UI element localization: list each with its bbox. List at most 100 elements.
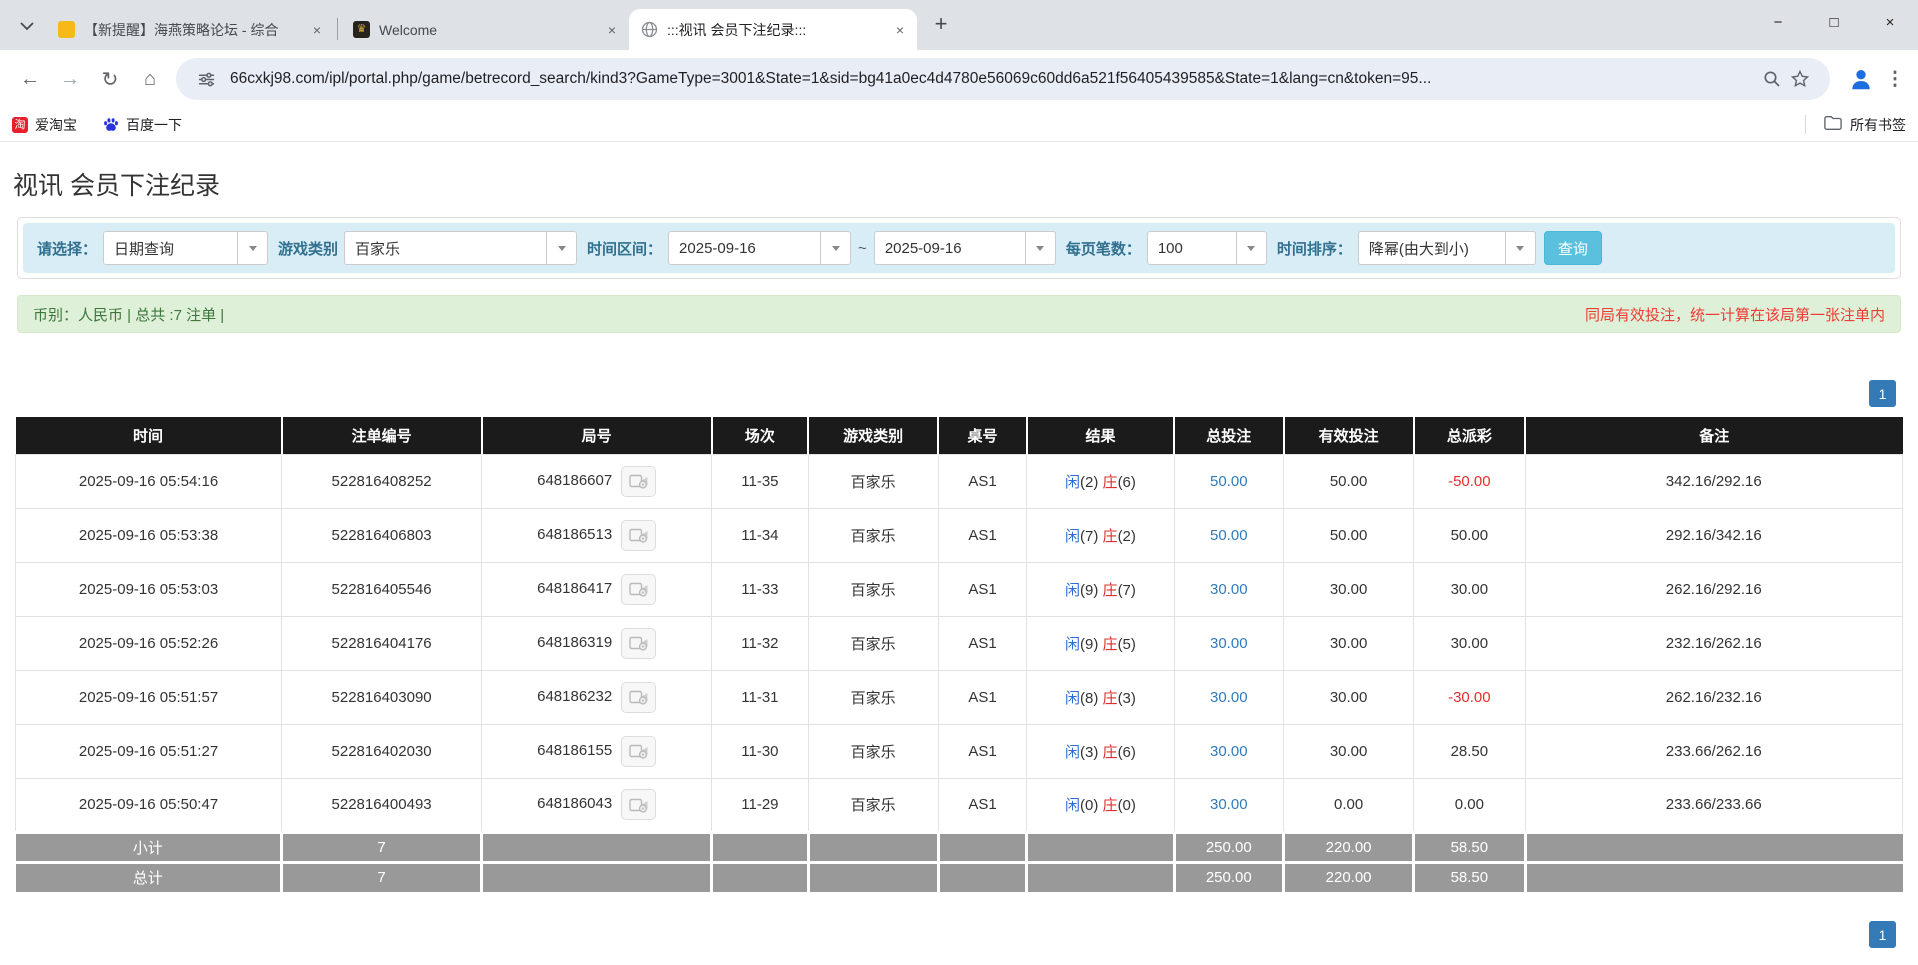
result-player-value: (9) [1080,636,1103,653]
reload-button[interactable]: ↻ [90,59,130,99]
result-player-label: 闲 [1065,636,1080,653]
cell-round-id: 648186607 [482,454,712,508]
select-page-size[interactable]: 100 [1147,231,1267,265]
page-1-button[interactable]: 1 [1869,380,1896,407]
all-bookmarks[interactable]: 所有书签 [1805,115,1906,135]
round-number: 648186513 [537,526,612,543]
chevron-down-icon [20,22,34,31]
select-query-type[interactable]: 日期查询 [103,231,268,265]
tab-title: :::视讯 会员下注纪录::: [667,20,891,40]
close-icon[interactable]: × [308,21,326,39]
url-bar[interactable]: 66cxkj98.com/ipl/portal.php/game/betreco… [176,58,1830,100]
cell-round-id: 648186417 [482,562,712,616]
bookmarks-bar: 淘 爱淘宝 百度一下 所有书签 [0,108,1918,142]
tab-welcome[interactable]: ♛ Welcome × [341,9,629,50]
close-window-button[interactable]: × [1862,0,1918,44]
url-text[interactable]: 66cxkj98.com/ipl/portal.php/game/betreco… [230,70,1748,88]
table-row: 2025-09-16 05:54:16522816408252 648186607… [16,454,1903,508]
cell-total-bet[interactable]: 30.00 [1174,670,1283,724]
footer-total-bet: 250.00 [1174,832,1283,862]
video-replay-button[interactable] [621,682,656,713]
result-player-value: (0) [1080,797,1103,814]
select-date-to[interactable]: 2025-09-16 [874,231,1056,265]
query-button[interactable]: 查询 [1544,231,1602,265]
chevron-down-icon[interactable] [820,232,850,264]
result-player-label: 闲 [1065,797,1080,814]
close-icon[interactable]: × [603,21,621,39]
select-date-from[interactable]: 2025-09-16 [668,231,851,265]
video-replay-button[interactable] [621,574,656,605]
cell-total-bet[interactable]: 30.00 [1174,724,1283,778]
close-icon[interactable]: × [891,21,909,39]
select-game-type[interactable]: 百家乐 [344,231,577,265]
tilde-separator: ~ [858,240,867,257]
cell-round-id: 648186513 [482,508,712,562]
chevron-down-icon[interactable] [1025,232,1055,264]
cell-result: 闲(2) 庄(6) [1027,454,1174,508]
zoom-icon[interactable] [1758,65,1786,93]
cell-total-bet[interactable]: 50.00 [1174,508,1283,562]
table-body: 2025-09-16 05:54:16522816408252 648186607… [16,454,1903,832]
video-replay-button[interactable] [621,466,656,497]
home-button[interactable]: ⌂ [130,59,170,99]
chevron-down-icon[interactable] [1236,232,1266,264]
new-tab-button[interactable]: + [927,10,955,38]
select-time-sort[interactable]: 降幂(由大到小) [1358,231,1536,265]
cell-total-bet[interactable]: 30.00 [1174,778,1283,832]
cell-bet-id: 522816405546 [282,562,482,616]
pagination-bottom: 1 [0,921,1896,948]
header-round-id: 局号 [482,417,712,454]
round-number: 648186607 [537,472,612,489]
table-row: 2025-09-16 05:50:47522816400493648186043… [16,778,1903,832]
browser-menu-icon[interactable]: ⋮ [1882,68,1908,91]
cell-session: 11-34 [712,508,808,562]
cell-time: 2025-09-16 05:54:16 [16,454,282,508]
cell-total-bet[interactable]: 30.00 [1174,562,1283,616]
header-time: 时间 [16,417,282,454]
table-row: 2025-09-16 05:52:26522816404176648186319… [16,616,1903,670]
video-replay-button[interactable] [621,789,656,820]
back-button[interactable]: ← [10,59,50,99]
tab-forum[interactable]: 【新提醒】海燕策略论坛 - 综合 × [46,9,334,50]
tab-search-button[interactable] [12,11,42,41]
cell-round-id: 648186319 [482,616,712,670]
video-replay-button[interactable] [621,520,656,551]
cell-total-bet[interactable]: 50.00 [1174,454,1283,508]
total-row: 总计7250.00220.0058.50 [16,862,1903,892]
valid-bet-notice: 同局有效投注，统一计算在该局第一张注单内 [1585,304,1885,325]
cell-game-type: 百家乐 [808,778,938,832]
chevron-down-icon[interactable] [1505,232,1535,264]
cell-bet-id: 522816404176 [282,616,482,670]
select-value: 日期查询 [104,232,237,264]
welcome-favicon-icon: ♛ [353,21,370,38]
page-1-button[interactable]: 1 [1869,921,1896,948]
cell-payout: 0.00 [1414,778,1525,832]
cell-session: 11-35 [712,454,808,508]
minimize-button[interactable]: − [1750,0,1806,44]
cell-total-bet[interactable]: 30.00 [1174,616,1283,670]
video-replay-button[interactable] [621,736,656,767]
result-banker-value: (0) [1118,797,1136,814]
bookmark-baidu[interactable]: 百度一下 [103,115,182,135]
table-header: 时间 注单编号 局号 场次 游戏类别 桌号 结果 总投注 有效投注 总派彩 备注 [16,417,1903,454]
profile-avatar[interactable] [1844,62,1878,96]
site-settings-icon[interactable] [192,65,220,93]
cell-valid-bet: 50.00 [1284,508,1414,562]
cell-result: 闲(3) 庄(6) [1027,724,1174,778]
chevron-down-icon[interactable] [546,232,576,264]
result-banker-value: (6) [1118,744,1136,761]
forward-button[interactable]: → [50,59,90,99]
cell-payout: 50.00 [1414,508,1525,562]
bookmark-star-icon[interactable] [1786,65,1814,93]
bookmark-taobao[interactable]: 淘 爱淘宝 [12,115,77,135]
result-banker-label: 庄 [1103,528,1118,545]
cell-bet-id: 522816408252 [282,454,482,508]
footer-valid-bet: 220.00 [1284,862,1414,892]
maximize-button[interactable]: □ [1806,0,1862,44]
cell-table-no: AS1 [938,778,1027,832]
tab-betrecord[interactable]: :::视讯 会员下注纪录::: × [629,9,917,50]
chevron-down-icon[interactable] [237,232,267,264]
video-replay-button[interactable] [621,628,656,659]
result-banker-label: 庄 [1103,582,1118,599]
summary-bar: 币别：人民币 | 总共 :7 注单 | 同局有效投注，统一计算在该局第一张注单内 [17,295,1901,333]
